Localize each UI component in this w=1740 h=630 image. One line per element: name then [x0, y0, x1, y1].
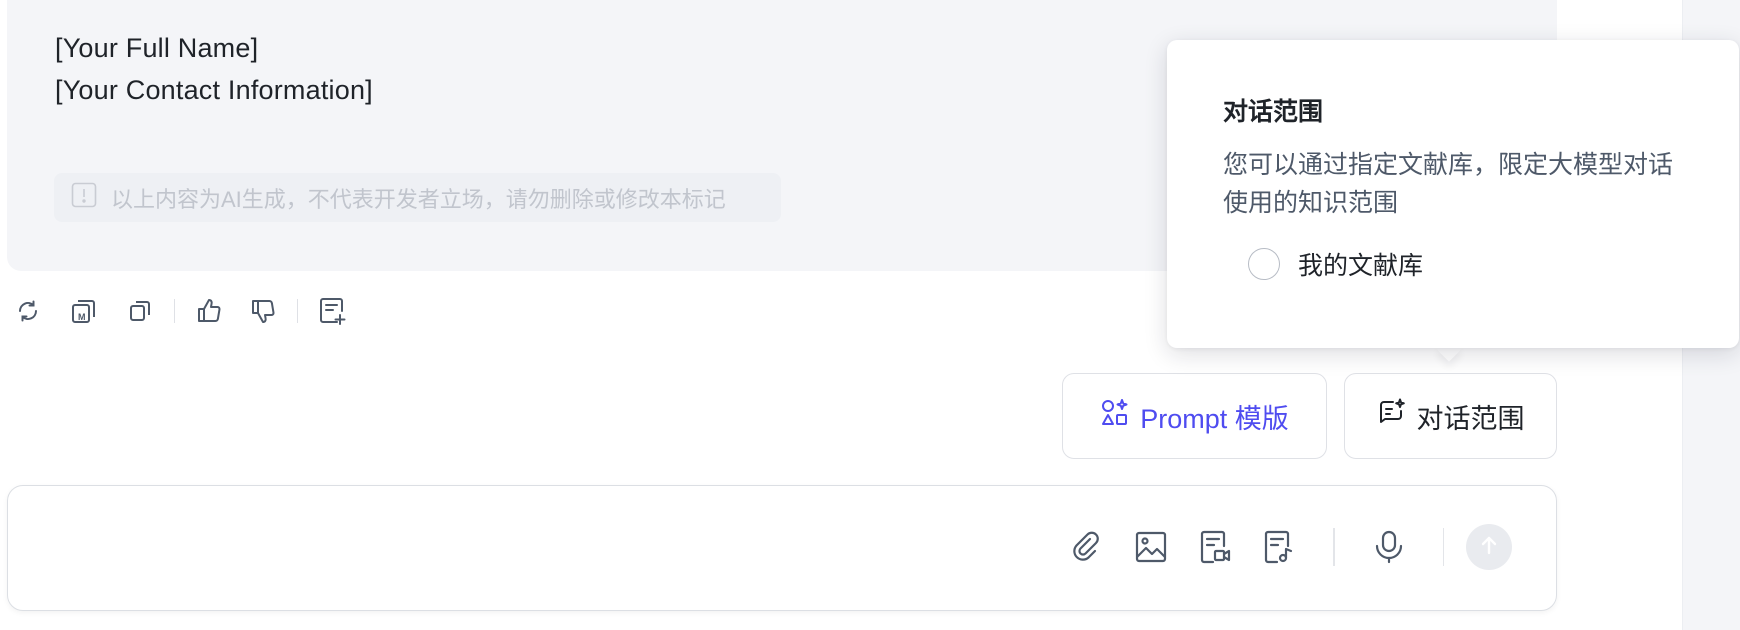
- regenerate-icon[interactable]: [10, 293, 46, 329]
- divider: [1442, 528, 1444, 566]
- warning-icon: [71, 182, 97, 213]
- input-toolbar: [1055, 514, 1512, 580]
- chat-input-box: [7, 485, 1557, 611]
- divider: [297, 299, 298, 323]
- copy-icon[interactable]: [122, 293, 158, 329]
- image-icon[interactable]: [1131, 527, 1171, 567]
- library-option-label: 我的文献库: [1298, 252, 1424, 280]
- chat-sparkle-icon: [1377, 398, 1407, 435]
- prompt-template-label: Prompt 模版: [1140, 403, 1289, 434]
- signature-name: [Your Full Name]: [55, 33, 259, 63]
- copy-markdown-icon[interactable]: M: [66, 293, 102, 329]
- conversation-scope-button[interactable]: 对话范围: [1344, 373, 1557, 459]
- chat-input[interactable]: [32, 516, 1032, 576]
- add-note-icon[interactable]: [314, 293, 350, 329]
- send-button[interactable]: [1466, 524, 1512, 570]
- conversation-scope-popover: 对话范围 您可以通过指定文献库，限定大模型对话使用的知识范围 我的文献库: [1167, 40, 1739, 348]
- ai-disclaimer: 以上内容为AI生成，不代表开发者立场，请勿删除或修改本标记: [54, 173, 781, 222]
- signature-contact: [Your Contact Information]: [55, 75, 373, 105]
- attachment-icon[interactable]: [1067, 527, 1107, 567]
- popover-title: 对话范围: [1223, 98, 1324, 126]
- svg-text:M: M: [78, 312, 86, 322]
- shapes-sparkle-icon: [1100, 398, 1130, 435]
- audio-doc-icon[interactable]: [1259, 527, 1299, 567]
- microphone-icon[interactable]: [1369, 527, 1409, 567]
- popover-description: 您可以通过指定文献库，限定大模型对话使用的知识范围: [1223, 151, 1674, 217]
- divider: [1333, 528, 1335, 566]
- conversation-scope-label: 对话范围: [1416, 403, 1525, 434]
- library-option[interactable]: 我的文献库: [1248, 246, 1423, 282]
- thumbs-down-icon[interactable]: [245, 293, 281, 329]
- video-doc-icon[interactable]: [1195, 527, 1235, 567]
- prompt-template-button[interactable]: Prompt 模版: [1062, 373, 1327, 459]
- message-action-row: M: [10, 291, 350, 331]
- disclaimer-text: 以上内容为AI生成，不代表开发者立场，请勿删除或修改本标记: [111, 186, 726, 212]
- send-arrow-icon: [1478, 534, 1500, 561]
- radio-button[interactable]: [1248, 248, 1280, 280]
- divider: [174, 299, 175, 323]
- thumbs-up-icon[interactable]: [191, 293, 227, 329]
- chat-screen: [Your Full Name] [Your Contact Informati…: [0, 0, 1740, 630]
